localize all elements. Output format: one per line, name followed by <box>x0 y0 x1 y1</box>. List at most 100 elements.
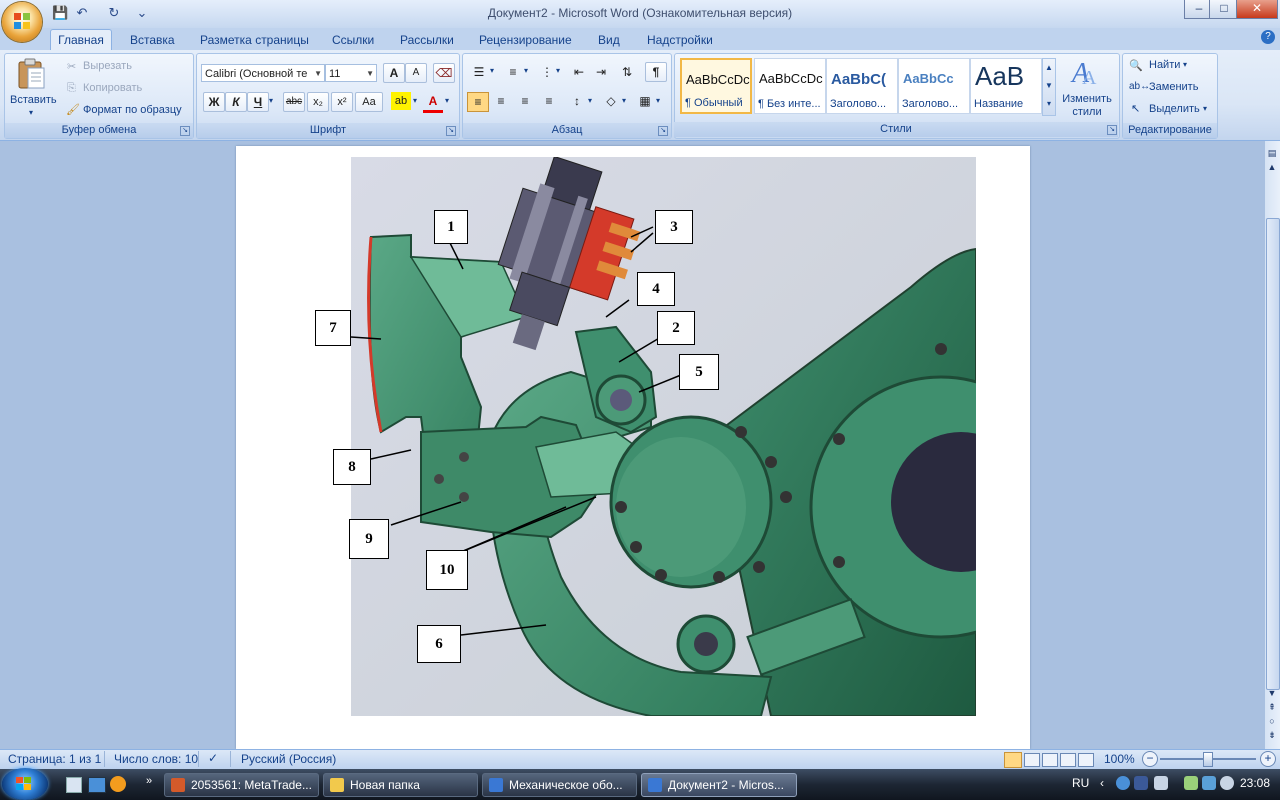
ruler-toggle-icon[interactable]: ▤ <box>1264 146 1280 160</box>
font-color-icon[interactable]: A <box>423 92 443 113</box>
styles-scroll-icon[interactable]: ▲ ▼ ▾ <box>1042 58 1056 116</box>
change-case-button[interactable]: Aa <box>355 92 383 112</box>
justify-icon[interactable]: ≡ <box>539 92 559 110</box>
safely-remove-icon[interactable] <box>1184 776 1198 790</box>
spellcheck-icon[interactable]: ✓ <box>208 751 218 765</box>
tab-home[interactable]: Главная <box>50 29 112 52</box>
cut-button[interactable]: Вырезать <box>83 60 132 72</box>
chevron-down-icon[interactable]: ▾ <box>490 66 494 75</box>
align-left-icon[interactable]: ≡ <box>467 92 489 112</box>
tray-app-icon[interactable] <box>1134 776 1148 790</box>
tab-references[interactable]: Ссылки <box>328 31 378 50</box>
chevron-down-icon[interactable]: ▾ <box>413 96 417 105</box>
subscript-button[interactable]: x₂ <box>307 92 329 112</box>
full-screen-view-icon[interactable] <box>1024 753 1040 767</box>
numbering-icon[interactable]: ≡ <box>503 63 523 81</box>
chevron-down-icon[interactable]: ▾ <box>1203 104 1207 113</box>
chevron-down-icon[interactable]: ▾ <box>656 96 660 105</box>
styles-launcher-icon[interactable]: ↘ <box>1107 125 1117 135</box>
outline-view-icon[interactable] <box>1060 753 1076 767</box>
clear-formatting-icon[interactable]: ⌫ <box>433 63 455 83</box>
italic-button[interactable]: К <box>225 92 247 112</box>
scroll-thumb[interactable] <box>1266 218 1280 690</box>
borders-icon[interactable]: ▦ <box>635 92 655 110</box>
tray-app-icon[interactable] <box>1116 776 1130 790</box>
print-layout-view-icon[interactable] <box>1004 752 1022 768</box>
next-page-icon[interactable]: ⇟ <box>1264 728 1280 742</box>
line-spacing-icon[interactable]: ↕ <box>567 92 587 110</box>
bullets-icon[interactable]: ☰ <box>469 63 489 81</box>
underline-button[interactable]: Ч <box>247 92 269 112</box>
decrease-indent-icon[interactable]: ⇤ <box>569 63 589 81</box>
copy-button[interactable]: Копировать <box>83 82 142 94</box>
show-marks-button[interactable]: ¶ <box>645 62 667 82</box>
chevron-down-icon[interactable]: ▾ <box>588 96 592 105</box>
style-title[interactable]: AaB Название <box>970 58 1042 114</box>
tab-insert[interactable]: Вставка <box>126 31 179 50</box>
paste-icon[interactable] <box>15 58 47 92</box>
zoom-out-icon[interactable]: − <box>1142 751 1158 767</box>
grow-font-button[interactable]: A <box>383 63 405 83</box>
clock[interactable]: 23:08 <box>1240 776 1270 790</box>
zoom-level[interactable]: 100% <box>1104 752 1135 766</box>
superscript-button[interactable]: x² <box>331 92 353 112</box>
tab-addins[interactable]: Надстройки <box>643 31 717 50</box>
shrink-font-button[interactable]: A <box>405 63 427 83</box>
bold-button[interactable]: Ж <box>203 92 225 112</box>
taskbar-item-mech-doc[interactable]: Механическое обо... <box>482 773 637 797</box>
strikethrough-button[interactable]: abc <box>283 92 305 112</box>
language-status[interactable]: Русский (Россия) <box>241 752 336 766</box>
zoom-slider-thumb[interactable] <box>1203 752 1213 767</box>
close-button[interactable]: ✕ <box>1236 0 1278 19</box>
shading-icon[interactable]: ◇ <box>601 92 621 110</box>
web-layout-view-icon[interactable] <box>1042 753 1058 767</box>
taskbar-item-metatrader[interactable]: 2053561: MetaTrade... <box>164 773 319 797</box>
tab-review[interactable]: Рецензирование <box>475 31 576 50</box>
chevron-down-icon[interactable]: ▾ <box>1183 60 1187 69</box>
switch-windows-icon[interactable] <box>88 777 106 793</box>
select-button[interactable]: Выделить <box>1149 103 1200 115</box>
draft-view-icon[interactable] <box>1078 753 1094 767</box>
tab-view[interactable]: Вид <box>594 31 624 50</box>
change-styles-icon[interactable]: AA <box>1068 56 1104 89</box>
zoom-in-icon[interactable]: + <box>1260 751 1276 767</box>
media-player-icon[interactable] <box>110 776 126 792</box>
chevron-down-icon[interactable]: ▾ <box>445 96 449 105</box>
paste-dropdown-icon[interactable]: ▾ <box>29 108 33 117</box>
volume-icon[interactable] <box>1220 776 1234 790</box>
chevron-down-icon[interactable]: ▾ <box>622 96 626 105</box>
sort-icon[interactable]: ⇅ <box>617 63 637 81</box>
chevron-down-icon[interactable]: ▾ <box>556 66 560 75</box>
tab-page-layout[interactable]: Разметка страницы <box>196 31 313 50</box>
multilevel-list-icon[interactable]: ⋮ <box>537 63 557 81</box>
align-center-icon[interactable]: ≡ <box>491 92 511 110</box>
scroll-down-icon[interactable]: ▼ <box>1264 686 1280 700</box>
taskbar-item-new-folder[interactable]: Новая папка <box>323 773 478 797</box>
quicklaunch-more-icon[interactable]: » <box>146 775 152 787</box>
tab-mailings[interactable]: Рассылки <box>396 31 458 50</box>
increase-indent-icon[interactable]: ⇥ <box>591 63 611 81</box>
font-launcher-icon[interactable]: ↘ <box>446 126 456 136</box>
prev-page-icon[interactable]: ⇞ <box>1264 700 1280 714</box>
style-heading-2[interactable]: AaBbCc Заголово... <box>898 58 970 114</box>
chevron-down-icon[interactable]: ▾ <box>269 96 273 105</box>
taskbar-item-document2[interactable]: Документ2 - Micros... <box>641 773 797 797</box>
paste-button[interactable]: Вставить <box>10 94 57 106</box>
brake-mechanism-figure[interactable]: 1 3 4 2 5 7 8 9 10 6 <box>315 155 1073 717</box>
scroll-up-icon[interactable]: ▲ <box>1264 160 1280 174</box>
page-count[interactable]: Страница: 1 из 1 <box>8 752 101 766</box>
style-heading-1[interactable]: AaBbC( Заголово... <box>826 58 898 114</box>
style-no-spacing[interactable]: AaBbCcDc ¶ Без инте... <box>754 58 826 114</box>
tray-expand-icon[interactable]: ‹ <box>1100 776 1104 790</box>
office-button[interactable] <box>2 2 42 42</box>
show-desktop-icon[interactable] <box>66 777 82 793</box>
chevron-down-icon[interactable]: ▾ <box>524 66 528 75</box>
language-indicator[interactable]: RU <box>1072 776 1089 790</box>
highlight-icon[interactable]: ab <box>391 92 411 110</box>
start-button[interactable] <box>2 768 48 800</box>
clipboard-launcher-icon[interactable]: ↘ <box>180 126 190 136</box>
align-right-icon[interactable]: ≡ <box>515 92 535 110</box>
word-count[interactable]: Число слов: 10 <box>114 752 198 766</box>
tray-app-icon[interactable] <box>1154 776 1168 790</box>
font-size-combo[interactable]: 11 ▼ <box>325 64 377 82</box>
